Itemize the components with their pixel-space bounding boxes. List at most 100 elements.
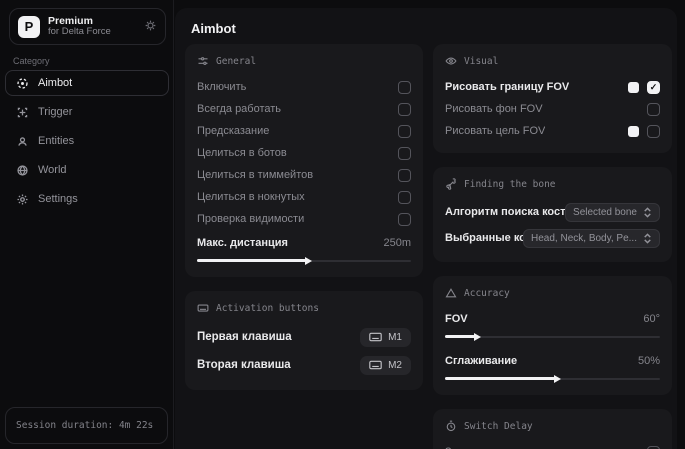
sliders-icon	[197, 55, 209, 67]
slider-row-smoothing: Сглаживание 50%	[445, 350, 660, 372]
toggle-row-visibility-check: Проверка видимости	[197, 208, 411, 230]
checkbox-target-teammates[interactable]	[398, 169, 411, 182]
toggle-label: Целиться в нокнутых	[197, 191, 305, 203]
category-label: Category	[13, 56, 50, 66]
brand-card[interactable]: P Premium for Delta Force	[9, 8, 166, 45]
globe-icon	[16, 164, 29, 177]
panel-title: Activation buttons	[216, 303, 319, 314]
sidebar-item-trigger[interactable]: Trigger	[5, 99, 169, 125]
crosshair-icon	[16, 77, 29, 90]
keybind-value: M1	[388, 332, 402, 343]
checkbox-fov-target[interactable]	[647, 125, 660, 138]
keybind-button-second[interactable]: M2	[360, 356, 411, 375]
panel-visual: Visual Рисовать границу FOV ✓ Рисовать ф…	[433, 44, 672, 153]
slider-value: 60°	[643, 313, 660, 325]
color-swatch[interactable]	[628, 82, 639, 93]
toggle-row-enable: Включить	[197, 76, 411, 98]
slider-label: FOV	[445, 313, 468, 325]
brand-text: Premium for Delta Force	[48, 15, 144, 38]
refresh-icon[interactable]	[144, 19, 157, 35]
panel-title: Finding the bone	[464, 179, 556, 190]
slider-fill	[197, 259, 306, 262]
brand-logo: P	[18, 16, 40, 38]
keyboard-icon	[197, 302, 209, 314]
keybind-label: Первая клавиша	[197, 331, 292, 343]
visual-row-fov-target: Рисовать цель FOV	[445, 120, 660, 142]
panel-general-header: General	[197, 55, 411, 67]
panel-switch-delay: Switch Delay Задержка переключения Задер…	[433, 409, 672, 449]
panel-accuracy-header: Accuracy	[445, 287, 660, 299]
panel-title: General	[216, 56, 256, 67]
bone-icon	[445, 178, 457, 190]
keybind-label: Вторая клавиша	[197, 359, 291, 371]
brand-subtitle: for Delta Force	[48, 27, 144, 38]
gear-icon	[16, 193, 29, 206]
bone-row-selected-bones: Выбранные кости Head, Neck, Body, Pe...	[445, 225, 660, 251]
slider-thumb[interactable]	[554, 375, 561, 383]
sidebar-item-world[interactable]: World	[5, 157, 169, 183]
panel-switch-delay-header: Switch Delay	[445, 420, 660, 432]
visual-controls: ✓	[628, 81, 660, 94]
sidebar-item-label: Trigger	[38, 106, 72, 118]
bone-algorithm-select[interactable]: Selected bone	[565, 203, 660, 222]
visual-controls	[628, 125, 660, 138]
sidebar: P Premium for Delta Force Category Aimbo…	[0, 0, 174, 449]
checkbox-prediction[interactable]	[398, 125, 411, 138]
panel-title: Visual	[464, 56, 498, 67]
column-right: Visual Рисовать границу FOV ✓ Рисовать ф…	[433, 44, 672, 449]
keyboard-icon	[369, 360, 382, 370]
fov-slider[interactable]	[445, 332, 660, 342]
checkbox-switch-delay[interactable]	[647, 446, 660, 449]
slider-label: Макс. дистанция	[197, 237, 288, 249]
slider-value: 50%	[638, 355, 660, 367]
sidebar-item-settings[interactable]: Settings	[5, 186, 169, 212]
checkbox-target-bots[interactable]	[398, 147, 411, 160]
keyboard-icon	[369, 332, 382, 342]
page-title: Aimbot	[191, 21, 236, 36]
checkbox-fov-background[interactable]	[647, 103, 660, 116]
slider-row-max-distance: Макс. дистанция 250m	[197, 232, 411, 254]
toggle-row-target-teammates: Целиться в тиммейтов	[197, 164, 411, 186]
sidebar-item-label: Entities	[38, 135, 74, 147]
toggle-label: Проверка видимости	[197, 213, 304, 225]
panel-title: Accuracy	[464, 288, 510, 299]
triangle-icon	[445, 287, 457, 299]
sidebar-item-entities[interactable]: Entities	[5, 128, 169, 154]
color-swatch[interactable]	[628, 126, 639, 137]
panel-activation-buttons: Activation buttons Первая клавиша M1 Вто…	[185, 291, 423, 390]
bone-label: Алгоритм поиска костей	[445, 206, 578, 218]
selected-bones-select[interactable]: Head, Neck, Body, Pe...	[523, 229, 660, 248]
visual-label: Рисовать цель FOV	[445, 125, 545, 137]
panel-general: General Включить Всегда работать Предска…	[185, 44, 423, 277]
keybind-value: M2	[388, 360, 402, 371]
checkbox-visibility-check[interactable]	[398, 213, 411, 226]
slider-fill	[445, 377, 555, 380]
panel-title: Switch Delay	[464, 421, 533, 432]
panel-bone-header: Finding the bone	[445, 178, 660, 190]
checkbox-fov-border[interactable]: ✓	[647, 81, 660, 94]
visual-row-fov-background: Рисовать фон FOV	[445, 98, 660, 120]
keybind-button-first[interactable]: M1	[360, 328, 411, 347]
toggle-row-target-knocked: Целиться в нокнутых	[197, 186, 411, 208]
toggle-row-target-bots: Целиться в ботов	[197, 142, 411, 164]
sidebar-item-aimbot[interactable]: Aimbot	[5, 70, 169, 96]
sidebar-item-label: World	[38, 164, 67, 176]
slider-thumb[interactable]	[305, 257, 312, 265]
toggle-label: Включить	[197, 81, 246, 93]
slider-row-fov: FOV 60°	[445, 308, 660, 330]
check-icon: ✓	[650, 82, 658, 93]
checkbox-enable[interactable]	[398, 81, 411, 94]
chevrons-up-down-icon	[643, 233, 652, 244]
max-distance-slider[interactable]	[197, 256, 411, 266]
slider-value: 250m	[383, 237, 411, 249]
visual-label: Рисовать фон FOV	[445, 103, 543, 115]
slider-thumb[interactable]	[474, 333, 481, 341]
smoothing-slider[interactable]	[445, 374, 660, 384]
slider-fill	[445, 335, 475, 338]
selected-value: Head, Neck, Body, Pe...	[531, 233, 637, 244]
sidebar-item-label: Settings	[38, 193, 78, 205]
checkbox-target-knocked[interactable]	[398, 191, 411, 204]
panel-activation-header: Activation buttons	[197, 302, 411, 314]
eye-icon	[445, 55, 457, 67]
checkbox-always-work[interactable]	[398, 103, 411, 116]
